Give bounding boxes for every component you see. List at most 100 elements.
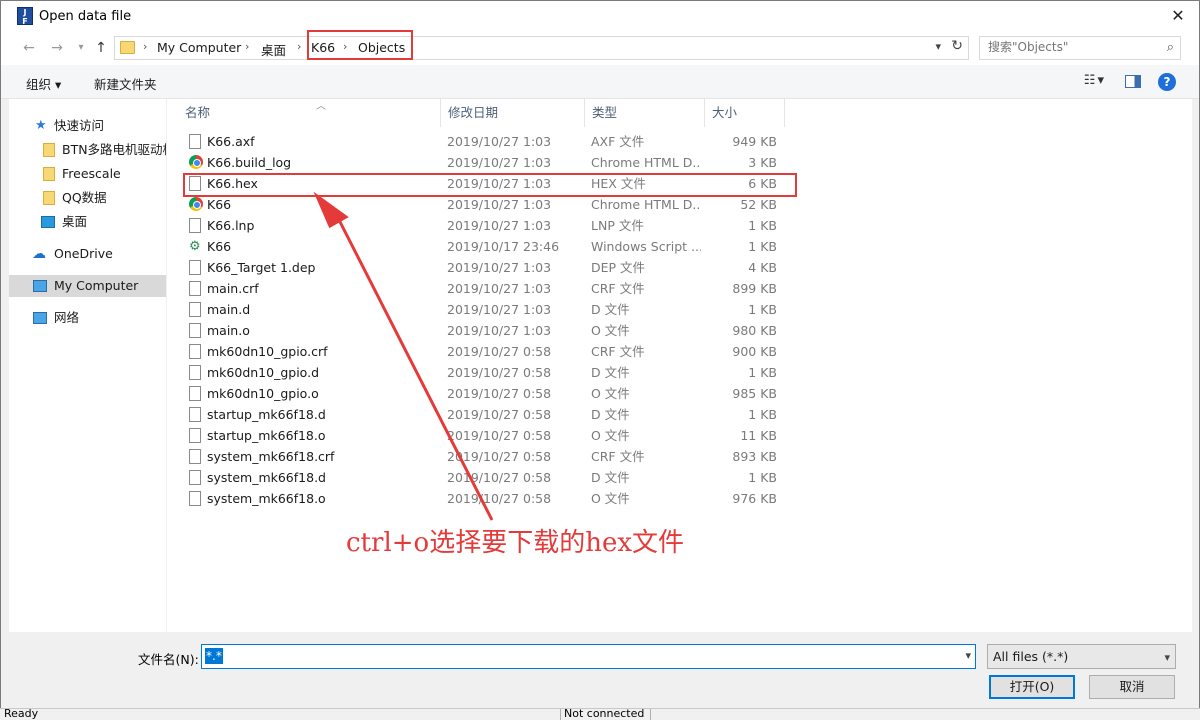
column-header-size[interactable]: 大小 <box>705 99 785 127</box>
file-size: 1 KB <box>748 407 777 422</box>
nav-item-label: 网络 <box>54 310 80 325</box>
search-input[interactable] <box>988 40 1158 54</box>
file-icon <box>189 302 201 317</box>
file-date: 2019/10/27 1:03 <box>447 323 552 338</box>
nav-item-desktop[interactable]: 桌面 <box>9 211 166 233</box>
chevron-down-icon[interactable]: ▾ <box>965 649 971 662</box>
file-type: D 文件 <box>591 407 630 422</box>
nav-item-my-computer[interactable]: My Computer <box>9 275 166 297</box>
file-row[interactable]: K66.lnp 2019/10/27 1:03 LNP 文件 1 KB <box>183 215 793 236</box>
file-name: mk60dn10_gpio.crf <box>207 344 328 359</box>
file-type: CRF 文件 <box>591 344 645 359</box>
navigation-row: ← → ▾ ↑ › My Computer › 桌面 › K66 › Objec… <box>1 31 1199 65</box>
file-type-filter-value: All files (*.*) <box>993 649 1069 664</box>
nav-item-label: 桌面 <box>62 214 88 229</box>
file-type-filter[interactable]: All files (*.*) ▾ <box>987 644 1176 669</box>
nav-item-label: BTN多路电机驱动板 <box>62 142 166 157</box>
chrome-icon <box>189 197 203 211</box>
breadcrumb-separator-icon[interactable]: › <box>143 40 147 53</box>
filename-input[interactable]: *.* ▾ <box>201 644 976 669</box>
folder-icon <box>43 191 55 205</box>
file-name: K66.lnp <box>207 218 255 233</box>
breadcrumb-desktop[interactable]: 桌面 <box>261 40 286 59</box>
file-type: Chrome HTML D... <box>591 155 701 170</box>
file-date: 2019/10/27 0:58 <box>447 407 552 422</box>
file-row[interactable]: system_mk66f18.crf 2019/10/27 0:58 CRF 文件 8… <box>183 446 793 467</box>
file-date: 2019/10/27 1:03 <box>447 281 552 296</box>
address-bar[interactable]: › My Computer › 桌面 › K66 › Objects ▾ ↻ <box>114 36 969 60</box>
breadcrumb-separator-icon[interactable]: › <box>245 40 249 53</box>
open-file-dialog: JF Open data file ✕ ← → ▾ ↑ › My Compute… <box>0 0 1200 712</box>
file-type: D 文件 <box>591 365 630 380</box>
file-row[interactable]: main.o 2019/10/27 1:03 O 文件 980 KB <box>183 320 793 341</box>
preview-pane-icon[interactable] <box>1125 75 1141 88</box>
filename-value: *.* <box>205 648 223 664</box>
nav-item-network[interactable]: 网络 <box>9 307 166 329</box>
file-row[interactable]: K66.build_log 2019/10/27 1:03 Chrome HTML … <box>183 152 793 173</box>
file-row[interactable]: K66.axf 2019/10/27 1:03 AXF 文件 949 KB <box>183 131 793 152</box>
file-icon <box>189 365 201 380</box>
file-icon <box>189 344 201 359</box>
command-toolbar: 组织 ▾ 新建文件夹 ☷ ▾ ? <box>1 65 1199 99</box>
new-folder-button[interactable]: 新建文件夹 <box>94 74 157 93</box>
file-row[interactable]: system_mk66f18.o 2019/10/27 0:58 O 文件 976 K… <box>183 488 793 509</box>
file-type: CRF 文件 <box>591 449 645 464</box>
file-row[interactable]: K66_Target 1.dep 2019/10/27 1:03 DEP 文件 4 K… <box>183 257 793 278</box>
file-size: 893 KB <box>732 449 777 464</box>
file-date: 2019/10/27 0:58 <box>447 386 552 401</box>
close-button[interactable]: ✕ <box>1167 5 1189 27</box>
file-size: 3 KB <box>748 155 777 170</box>
forward-arrow-icon[interactable]: → <box>47 38 67 58</box>
organize-button[interactable]: 组织 ▾ <box>26 74 61 93</box>
view-options-icon[interactable]: ☷ ▾ <box>1084 73 1104 88</box>
nav-item-onedrive[interactable]: ☁ OneDrive <box>9 243 166 265</box>
column-header-date[interactable]: 修改日期 <box>441 99 585 127</box>
recent-chevron-icon[interactable]: ▾ <box>71 38 91 58</box>
nav-item-freescale[interactable]: Freescale <box>9 163 166 185</box>
column-header-type[interactable]: 类型 <box>585 99 705 127</box>
file-row[interactable]: ⚙ K66 2019/10/17 23:46 Windows Script ... 1 … <box>183 236 793 257</box>
star-icon: ★ <box>35 118 47 133</box>
file-row[interactable]: main.crf 2019/10/27 1:03 CRF 文件 899 KB <box>183 278 793 299</box>
file-type: O 文件 <box>591 491 630 506</box>
search-box[interactable]: ⌕ <box>979 36 1181 60</box>
jflash-app-icon: JF <box>17 7 33 26</box>
file-name: startup_mk66f18.d <box>207 407 326 422</box>
sort-up-icon: ︿ <box>316 101 326 112</box>
file-icon <box>189 260 201 275</box>
refresh-icon[interactable]: ↻ <box>951 38 963 54</box>
help-icon[interactable]: ? <box>1158 73 1176 91</box>
file-type: AXF 文件 <box>591 134 645 149</box>
breadcrumb-separator-icon[interactable]: › <box>297 40 301 53</box>
status-ready: Ready <box>4 707 39 720</box>
file-row[interactable]: K66 2019/10/27 1:03 Chrome HTML D... 52 KB <box>183 194 793 215</box>
breadcrumb-my-computer[interactable]: My Computer <box>157 40 241 55</box>
file-name: K66 <box>207 239 232 254</box>
file-type: O 文件 <box>591 323 630 338</box>
open-button[interactable]: 打开(O) <box>989 675 1075 699</box>
back-arrow-icon[interactable]: ← <box>19 38 39 58</box>
file-row[interactable]: mk60dn10_gpio.o 2019/10/27 0:58 O 文件 985 KB <box>183 383 793 404</box>
nav-item-quick-access[interactable]: ★ 快速访问 <box>9 115 166 137</box>
file-size: 980 KB <box>732 323 777 338</box>
search-icon[interactable]: ⌕ <box>1167 40 1174 55</box>
file-date: 2019/10/27 0:58 <box>447 344 552 359</box>
file-date: 2019/10/27 1:03 <box>447 134 552 149</box>
folder-icon <box>120 41 135 54</box>
file-row[interactable]: startup_mk66f18.d 2019/10/27 0:58 D 文件 1 KB <box>183 404 793 425</box>
file-row[interactable]: main.d 2019/10/27 1:03 D 文件 1 KB <box>183 299 793 320</box>
file-type: DEP 文件 <box>591 260 646 275</box>
file-row[interactable]: startup_mk66f18.o 2019/10/27 0:58 O 文件 11 K… <box>183 425 793 446</box>
column-header-name[interactable]: ︿ 名称 <box>178 99 441 127</box>
file-row[interactable]: system_mk66f18.d 2019/10/27 0:58 D 文件 1 KB <box>183 467 793 488</box>
address-dropdown-icon[interactable]: ▾ <box>935 40 941 53</box>
file-row[interactable]: mk60dn10_gpio.d 2019/10/27 0:58 D 文件 1 KB <box>183 362 793 383</box>
file-row[interactable]: mk60dn10_gpio.crf 2019/10/27 0:58 CRF 文件 90… <box>183 341 793 362</box>
up-arrow-icon[interactable]: ↑ <box>91 38 111 58</box>
file-name: system_mk66f18.d <box>207 470 326 485</box>
folder-icon <box>43 143 55 157</box>
file-size: 1 KB <box>748 239 777 254</box>
nav-item-btn-folder[interactable]: BTN多路电机驱动板 <box>9 139 166 161</box>
cancel-button[interactable]: 取消 <box>1089 675 1175 699</box>
nav-item-qq-data[interactable]: QQ数据 <box>9 187 166 209</box>
